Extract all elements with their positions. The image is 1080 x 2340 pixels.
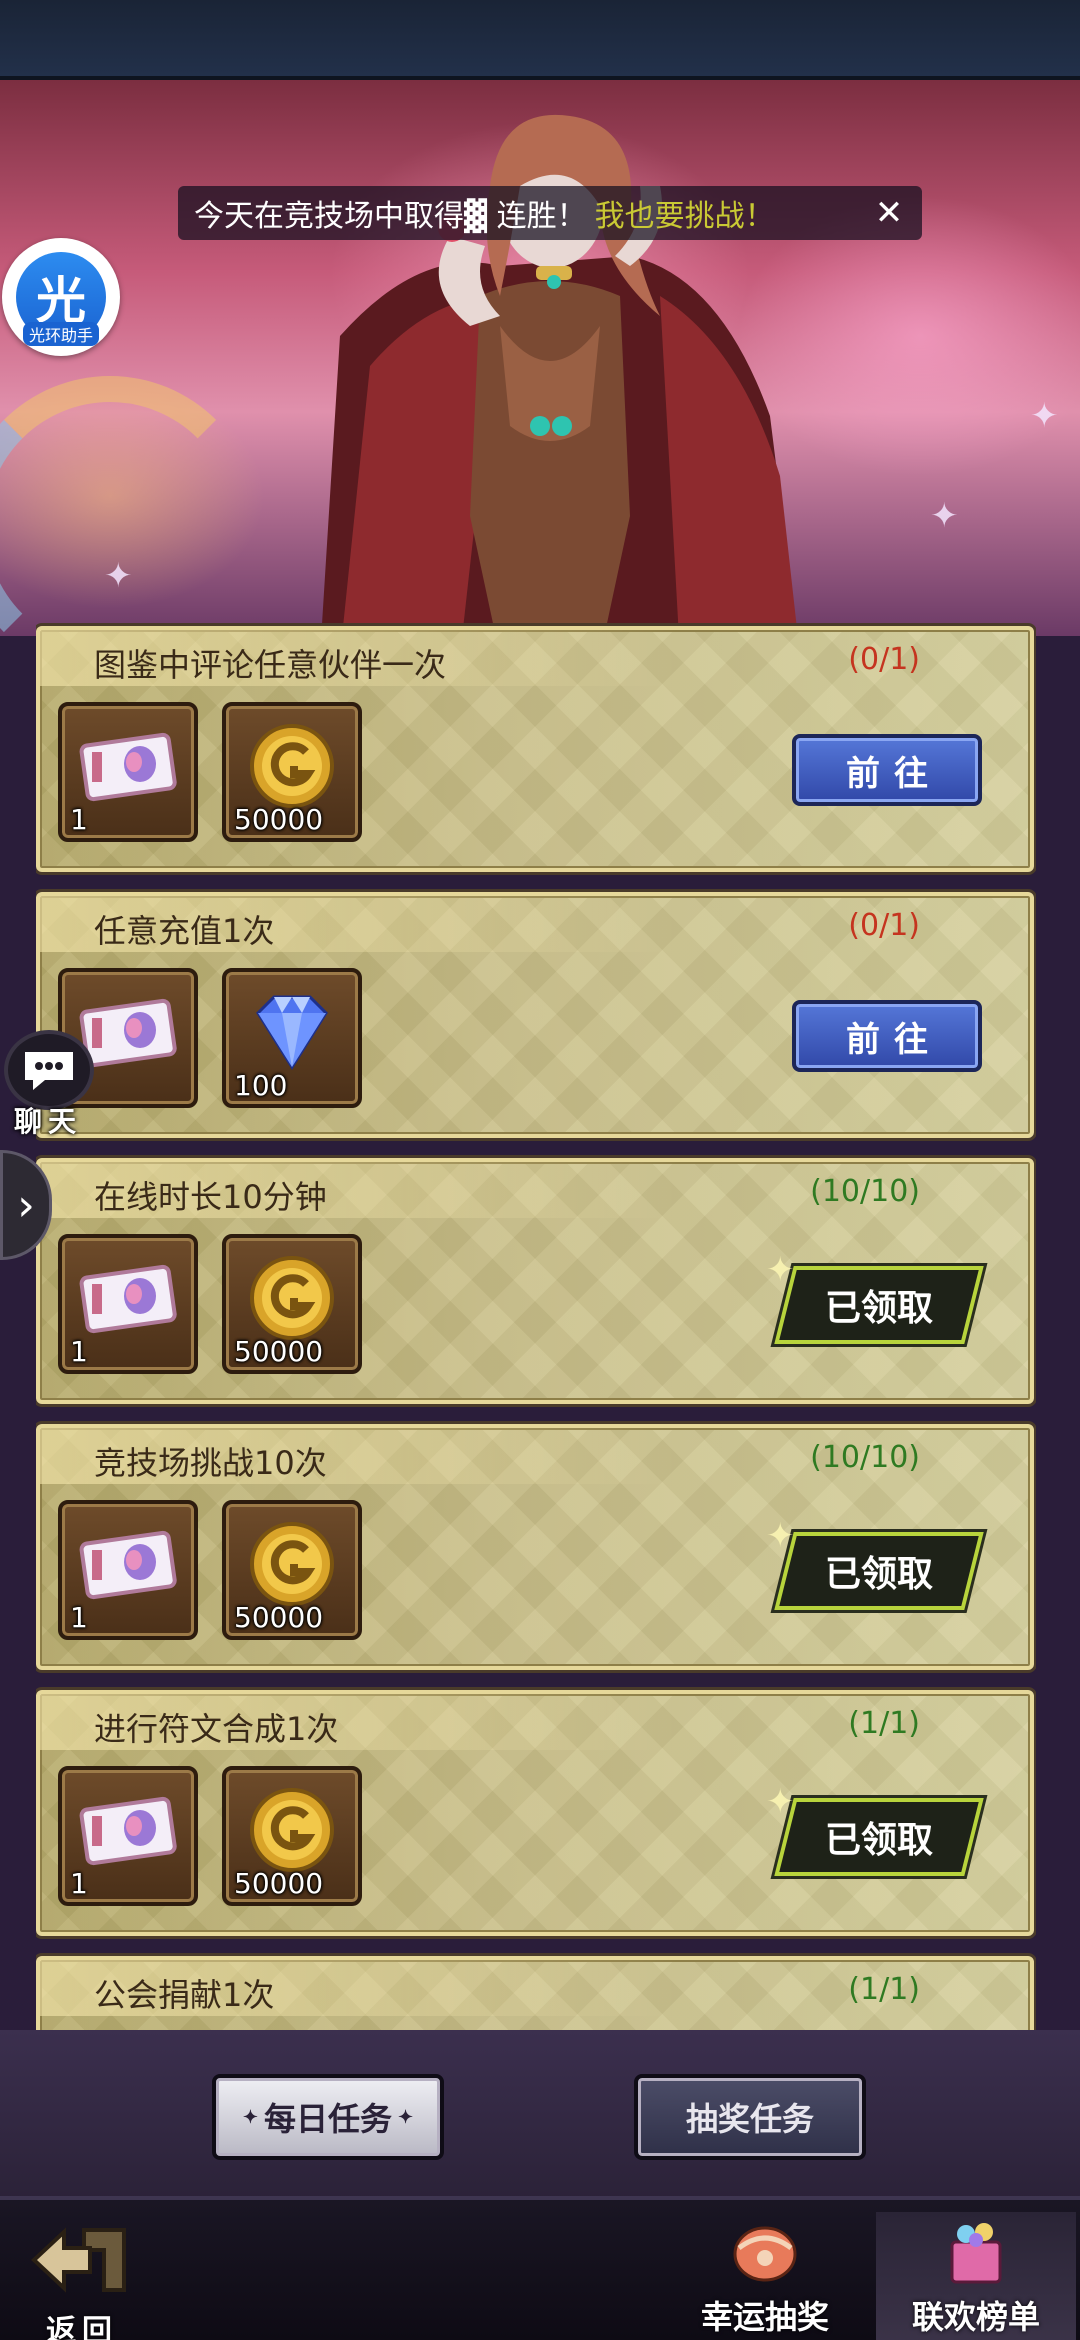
nav-ranking[interactable]: 联欢榜单	[876, 2212, 1076, 2340]
task-progress: (0/1)	[848, 908, 920, 943]
diamond-ornament-icon: ✦	[242, 2106, 258, 2128]
reward-quantity: 50000	[234, 1335, 324, 1368]
top-frame	[0, 0, 1080, 80]
reward-quantity: 50000	[234, 1601, 324, 1634]
reward-item[interactable]: 50000	[222, 1766, 362, 1906]
reward-quantity: 1	[70, 1601, 88, 1634]
ticket-icon	[76, 1250, 180, 1346]
go-button[interactable]: 前往	[792, 734, 982, 806]
task-title: 进行符文合成1次	[94, 1710, 339, 1748]
task-title: 图鉴中评论任意伙伴一次	[94, 646, 447, 684]
gold-coin-icon	[240, 1782, 344, 1878]
footer-nav: 返回 幸运抽奖 联欢榜单	[0, 2196, 1080, 2340]
back-arrow-icon	[31, 2227, 126, 2293]
nav-label: 联欢榜单	[911, 2298, 1040, 2336]
ticker-message: 今天在竞技场中取得▓ 连胜！	[194, 199, 587, 234]
tab-label: 抽奖任务	[685, 2100, 814, 2138]
reward-item[interactable]: 50000	[222, 702, 362, 842]
ticket-icon	[76, 1782, 180, 1878]
task-card: 进行符文合成1次 (1/1) 1 50000 ✦ 已领取	[36, 1690, 1034, 1936]
task-card: 图鉴中评论任意伙伴一次 (0/1) 1 50000 前往	[36, 626, 1034, 872]
ticker-challenge-link[interactable]: 我也要挑战！	[595, 191, 775, 235]
back-label: 返回	[46, 2314, 118, 2340]
task-progress: (1/1)	[848, 1706, 920, 1741]
reward-quantity: 1	[70, 1867, 88, 1900]
reward-quantity: 50000	[234, 1867, 324, 1900]
reward-quantity: 1	[70, 803, 88, 836]
task-title: 公会捐献1次	[94, 1976, 275, 2014]
task-title: 竞技场挑战10次	[94, 1444, 327, 1482]
reward-item[interactable]: 1	[58, 1234, 198, 1374]
claimed-badge: ✦ 已领取	[766, 1250, 984, 1344]
reward-quantity: 100	[234, 1069, 288, 1102]
rainbow-decoration	[0, 376, 260, 636]
hero-artwork: ✦ ✦ ✦	[0, 76, 1080, 636]
task-card: 在线时长10分钟 (10/10) 1 50000 ✦ 已领取	[36, 1158, 1034, 1404]
assistant-caption: 光环助手	[22, 322, 99, 346]
ticket-icon	[76, 1516, 180, 1612]
reward-item[interactable]: 100	[222, 968, 362, 1108]
diamond-icon	[240, 984, 344, 1080]
nav-lucky-draw[interactable]: 幸运抽奖	[665, 2212, 865, 2340]
reward-item[interactable]: 50000	[222, 1500, 362, 1640]
reward-item[interactable]: 1	[58, 1766, 198, 1906]
task-list[interactable]: 图鉴中评论任意伙伴一次 (0/1) 1 50000 前往 任意充值1次 (0/1…	[36, 620, 1036, 2040]
task-card: 公会捐献1次 (1/1)	[36, 1956, 1034, 2040]
announcement-ticker: 今天在竞技场中取得▓ 连胜！ 我也要挑战！ ✕	[178, 186, 922, 240]
task-title: 在线时长10分钟	[94, 1178, 327, 1216]
sparkle-icon: ✦	[104, 556, 133, 596]
claimed-label: 已领取	[824, 1288, 933, 1329]
assistant-badge[interactable]: 光 光环助手	[2, 238, 120, 356]
tab-label: 每日任务	[263, 2100, 392, 2138]
chat-bubble-icon	[4, 1030, 94, 1110]
chat-button[interactable]: 聊天	[4, 1030, 100, 1140]
task-progress: (10/10)	[810, 1174, 920, 1209]
task-title: 任意充值1次	[94, 912, 275, 950]
task-card: 竞技场挑战10次 (10/10) 1 50000 ✦ 已领取	[36, 1424, 1034, 1670]
claimed-label: 已领取	[824, 1820, 933, 1861]
go-button[interactable]: 前往	[792, 1000, 982, 1072]
sparkle-icon: ✦	[1030, 396, 1059, 436]
gold-coin-icon	[240, 1250, 344, 1346]
close-icon[interactable]: ✕	[870, 193, 908, 233]
task-progress: (0/1)	[848, 642, 920, 677]
reward-quantity: 1	[70, 1335, 88, 1368]
claimed-badge: ✦ 已领取	[766, 1516, 984, 1610]
lucky-draw-icon	[733, 2226, 797, 2282]
tab-daily-tasks[interactable]: ✦ 每日任务 ✦	[212, 2074, 444, 2160]
chat-label: 聊天	[14, 1105, 83, 1138]
ticket-icon	[76, 718, 180, 814]
task-card: 任意充值1次 (0/1) 100 前往	[36, 892, 1034, 1138]
task-progress: (10/10)	[810, 1440, 920, 1475]
task-tab-bar: ✦ 每日任务 ✦ 抽奖任务	[0, 2030, 1080, 2200]
gold-coin-icon	[240, 718, 344, 814]
gift-bag-icon	[950, 2223, 1002, 2284]
claimed-badge: ✦ 已领取	[766, 1782, 984, 1876]
diamond-ornament-icon: ✦	[398, 2106, 414, 2128]
nav-label: 幸运抽奖	[700, 2298, 829, 2336]
claimed-label: 已领取	[824, 1554, 933, 1595]
tab-lottery-tasks[interactable]: 抽奖任务	[634, 2074, 866, 2160]
gold-coin-icon	[240, 1516, 344, 1612]
reward-quantity: 50000	[234, 803, 324, 836]
back-button[interactable]: 返回	[24, 2220, 144, 2340]
sparkle-icon: ✦	[930, 496, 959, 536]
reward-item[interactable]: 50000	[222, 1234, 362, 1374]
character-illustration	[321, 114, 798, 636]
reward-item[interactable]: 1	[58, 1500, 198, 1640]
reward-item[interactable]: 1	[58, 702, 198, 842]
task-progress: (1/1)	[848, 1972, 920, 2007]
